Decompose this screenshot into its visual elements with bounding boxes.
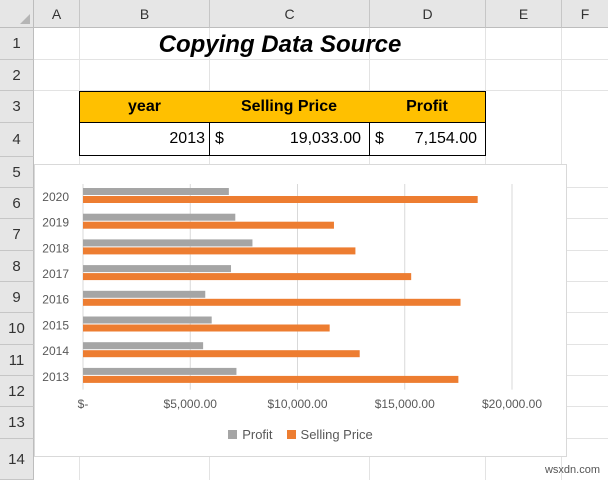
row-header-9[interactable]: 9	[0, 282, 34, 313]
row-header-3[interactable]: 3	[0, 91, 34, 123]
select-all-button[interactable]	[0, 0, 34, 28]
x-tick-label: $15,000.00	[375, 397, 435, 411]
y-tick-label: 2014	[42, 344, 69, 358]
y-tick-label: 2013	[42, 370, 69, 384]
x-tick-label: $10,000.00	[267, 397, 327, 411]
cell-profit[interactable]: $7,154.00	[369, 122, 486, 156]
bar-selling-price	[83, 247, 356, 255]
x-tick-label: $20,000.00	[482, 397, 542, 411]
bar-selling-price	[83, 221, 334, 229]
legend-label-profit: Profit	[242, 427, 273, 442]
select-all-icon	[20, 14, 30, 24]
column-header-d[interactable]: D	[370, 0, 486, 28]
bar-profit	[83, 213, 236, 221]
row-header-13[interactable]: 13	[0, 407, 34, 439]
bar-profit	[83, 188, 229, 195]
row-header-6[interactable]: 6	[0, 188, 34, 219]
row-header-2[interactable]: 2	[0, 60, 34, 91]
cell-selling-price[interactable]: $19,033.00	[209, 122, 370, 156]
row-header-5[interactable]: 5	[0, 157, 34, 188]
currency-symbol: $	[375, 130, 384, 147]
row-header-7[interactable]: 7	[0, 219, 34, 251]
bar-selling-price	[83, 273, 412, 281]
bar-selling-price	[83, 350, 360, 358]
legend-swatch-selling-price	[286, 430, 296, 439]
y-tick-label: 2017	[42, 267, 69, 281]
bar-profit	[83, 316, 212, 324]
y-tick-label: 2016	[42, 293, 69, 307]
column-header-e[interactable]: E	[486, 0, 562, 28]
watermark: wsxdn.com	[544, 464, 600, 476]
chart-legend[interactable]: Profit Selling Price	[35, 427, 566, 442]
table-header-profit[interactable]: Profit	[369, 91, 486, 123]
column-header-a[interactable]: A	[34, 0, 80, 28]
chart-plot: $- $5,000.00 $10,000.00 $15,000.00 $20,000.0…	[42, 184, 542, 411]
bar-profit	[83, 290, 206, 298]
legend-item-selling-price[interactable]: Selling Price	[286, 427, 373, 442]
column-header-b[interactable]: B	[80, 0, 210, 28]
row-header-12[interactable]: 12	[0, 376, 34, 407]
row-header-11[interactable]: 11	[0, 345, 34, 376]
column-header-f[interactable]: F	[562, 0, 608, 28]
cell-selling-price-value: 19,033.00	[289, 130, 361, 147]
sheet-title[interactable]: Copying Data Source	[120, 30, 440, 60]
bar-selling-price	[83, 298, 461, 306]
row-header-10[interactable]: 10	[0, 313, 34, 345]
y-tick-label: 2020	[42, 190, 69, 204]
cell-year-value: 2013	[169, 130, 205, 147]
bar-selling-price	[83, 324, 330, 332]
row-header-4[interactable]: 4	[0, 123, 34, 157]
bar-chart[interactable]: $- $5,000.00 $10,000.00 $15,000.00 $20,000.0…	[34, 164, 567, 457]
spreadsheet: A B C D E F 1 2 3 4 5 6 7 8 9 10 11 12 1…	[0, 0, 608, 480]
currency-symbol: $	[215, 130, 224, 147]
row-header-14[interactable]: 14	[0, 439, 34, 480]
x-tick-label: $5,000.00	[164, 397, 218, 411]
bar-profit	[83, 342, 204, 350]
row-header-1[interactable]: 1	[0, 28, 34, 60]
row-header-8[interactable]: 8	[0, 251, 34, 282]
x-tick-label: $-	[78, 397, 89, 411]
legend-item-profit[interactable]: Profit	[228, 427, 273, 442]
bar-profit	[83, 265, 232, 273]
cell-profit-value: 7,154.00	[414, 130, 477, 147]
bar-selling-price	[83, 196, 478, 203]
bar-profit	[83, 367, 237, 375]
bar-profit	[83, 239, 253, 247]
legend-label-selling-price: Selling Price	[300, 427, 373, 442]
table-header-year[interactable]: year	[79, 91, 210, 123]
bar-selling-price	[83, 375, 459, 383]
y-tick-label: 2019	[42, 216, 69, 230]
column-header-c[interactable]: C	[210, 0, 370, 28]
cell-year[interactable]: 2013	[79, 122, 210, 156]
legend-swatch-profit	[228, 430, 238, 439]
table-header-selling-price[interactable]: Selling Price	[209, 91, 370, 123]
y-tick-label: 2018	[42, 241, 69, 255]
y-tick-label: 2015	[42, 318, 69, 332]
